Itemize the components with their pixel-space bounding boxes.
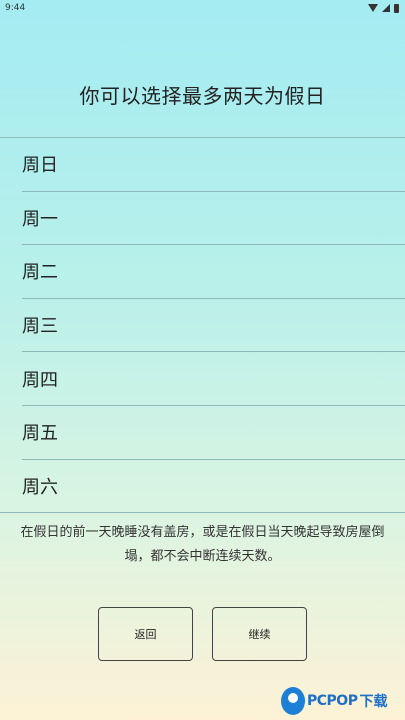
page-title: 你可以选择最多两天为假日 — [79, 84, 326, 108]
pcpop-logo-icon — [281, 687, 305, 715]
status-icons — [368, 3, 399, 13]
status-bar: 9:44 — [0, 0, 405, 16]
status-time: 9:44 — [5, 3, 26, 13]
day-item-wednesday[interactable]: 周三 — [22, 299, 405, 353]
watermark-suffix: 下载 — [359, 694, 388, 710]
back-button[interactable]: 返回 — [98, 607, 193, 661]
day-item-tuesday[interactable]: 周二 — [22, 245, 405, 299]
signal-icon — [382, 4, 390, 12]
day-item-saturday[interactable]: 周六 — [0, 460, 405, 514]
day-list: 周日 周一 周二 周三 周四 周五 周六 — [0, 137, 405, 514]
wifi-icon — [368, 4, 378, 12]
day-item-sunday[interactable]: 周日 — [22, 138, 405, 192]
continue-button[interactable]: 继续 — [212, 607, 307, 661]
battery-icon — [394, 3, 399, 13]
day-item-thursday[interactable]: 周四 — [22, 352, 405, 406]
day-item-friday[interactable]: 周五 — [22, 406, 405, 460]
day-item-monday[interactable]: 周一 — [22, 192, 405, 246]
holiday-note: 在假日的前一天晚睡没有盖房，或是在假日当天晚起导致房屋倒塌，都不会中断连续天数。 — [20, 525, 385, 564]
watermark: PCPOP 下载 — [281, 684, 405, 718]
watermark-brand: PCPOP — [307, 693, 358, 709]
